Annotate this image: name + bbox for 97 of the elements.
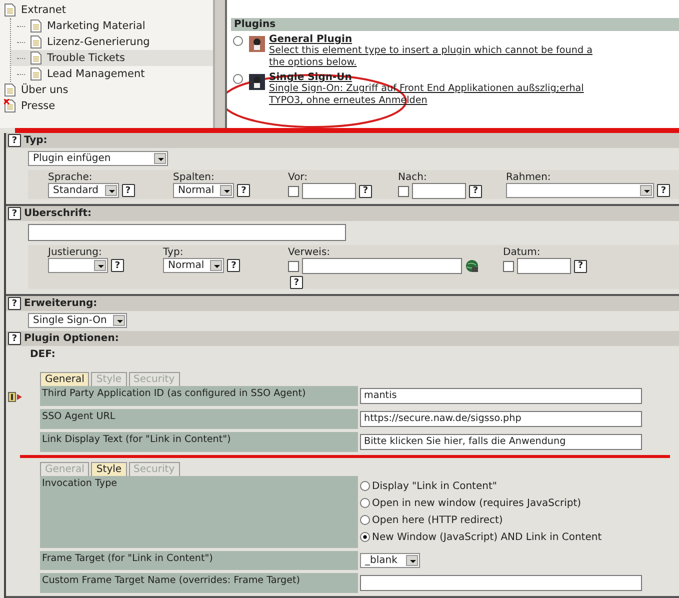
help-button[interactable]: ? (8, 134, 21, 147)
option-label: Third Party Application ID (as configured in SSO Agent) (40, 386, 358, 406)
checkbox[interactable] (398, 186, 409, 196)
tree-item[interactable]: Marketing Material (11, 18, 213, 34)
field-label: Sprache: (48, 172, 94, 183)
page-icon (4, 83, 16, 97)
dropdown[interactable]: _blank (360, 553, 420, 568)
tree-item[interactable]: Extranet (0, 2, 213, 18)
page-icon (30, 35, 42, 49)
page-icon (30, 19, 42, 33)
plugin-link[interactable]: General Plugin (269, 34, 352, 45)
option-label: Custom Frame Target Name (overrides: Frame Target) (40, 573, 358, 593)
help-button[interactable]: ? (8, 297, 21, 310)
field-label: Nach: (398, 172, 428, 183)
checkbox[interactable] (288, 260, 299, 272)
radio-button[interactable] (233, 74, 243, 84)
frame-splitter[interactable] (213, 0, 227, 128)
help-button[interactable]: ? (574, 260, 587, 272)
input-field[interactable] (360, 575, 642, 591)
caret-icon (220, 185, 232, 196)
dropdown[interactable]: Standard (48, 183, 118, 198)
section-title: Typ: (24, 135, 48, 146)
input-field[interactable]: Bitte klicken Sie hier, falls die Anwendung (360, 434, 642, 450)
field-label: Rahmen: (506, 172, 552, 183)
help-button[interactable]: ? (122, 184, 134, 197)
field-label: Datum: (503, 247, 542, 258)
tree-item[interactable]: Lizenz-Generierung (11, 34, 213, 50)
globe-icon[interactable] (465, 259, 479, 273)
plugins-header: Plugins (231, 18, 679, 31)
radio-button[interactable] (360, 498, 370, 508)
help-button[interactable]: ? (657, 184, 670, 197)
dropdown[interactable] (506, 183, 654, 198)
type-dropdown[interactable]: Plugin einfügen (28, 151, 168, 166)
sheet-label: DEF: (30, 348, 56, 362)
field-label: Justierung: (48, 247, 103, 258)
section-title: Erweiterung: (24, 298, 98, 309)
dropdown[interactable]: Normal (173, 183, 234, 198)
plugin-description: Select this element type to insert a plugin which cannot be found a (269, 45, 592, 57)
help-button[interactable]: ? (237, 184, 250, 197)
tab[interactable]: General (40, 372, 90, 386)
field-label: Vor: (288, 172, 308, 183)
section-title: Uberschrift: (24, 208, 92, 219)
radio-label: Display "Link in Content" (372, 480, 497, 494)
page-icon (30, 51, 42, 65)
tree-item[interactable]: Über uns (0, 82, 213, 98)
radio-button[interactable] (360, 532, 370, 542)
plugin-description: the options below. (269, 57, 357, 69)
input-field[interactable] (412, 183, 466, 199)
radio-button[interactable] (233, 36, 243, 46)
page-icon (30, 67, 42, 81)
tree-item[interactable]: Lead Management (11, 66, 213, 82)
plugin-description: Single Sign-On: Zugriff auf Front End Applikationen außszlig;erhal (269, 83, 584, 95)
option-label: Link Display Text (for "Link in Content") (40, 432, 358, 452)
input-field[interactable] (302, 183, 356, 199)
heading-input[interactable] (28, 224, 346, 241)
help-button[interactable]: ? (227, 259, 240, 272)
help-button[interactable]: ? (111, 259, 124, 272)
tab[interactable]: Style (91, 462, 127, 476)
help-button[interactable]: ? (359, 184, 372, 198)
option-label: SSO Agent URL (40, 409, 358, 429)
field-label: Spalten: (173, 172, 216, 183)
help-button[interactable]: ? (8, 332, 21, 345)
radio-label: Open in new window (requires JavaScript) (372, 497, 582, 511)
dropdown[interactable]: Normal (163, 258, 224, 273)
help-button[interactable]: ? (469, 184, 482, 198)
extension-dropdown[interactable]: Single Sign-On (28, 313, 127, 328)
plugin-icon (249, 74, 265, 90)
field-label: Typ: (163, 247, 184, 258)
page-icon (4, 3, 16, 17)
checkbox[interactable] (288, 186, 299, 196)
caret-icon (406, 555, 418, 566)
option-label: Invocation Type (40, 476, 358, 548)
caret-icon (112, 315, 125, 326)
caret-icon (154, 153, 166, 164)
radio-label: New Window (JavaScript) AND Link in Content (372, 531, 602, 545)
page-icon (4, 99, 16, 113)
caret-icon (104, 185, 116, 196)
input-field[interactable]: https://secure.naw.de/sigsso.php (360, 411, 642, 427)
field-label: Verweis: (288, 247, 332, 258)
radio-button[interactable] (360, 481, 370, 491)
radio-label: Open here (HTTP redirect) (372, 514, 503, 528)
caret-icon (640, 185, 652, 196)
input-field[interactable] (517, 258, 571, 274)
input-field[interactable]: mantis (360, 388, 642, 404)
plugin-icon (249, 36, 265, 52)
option-label: Frame Target (for "Link in Content") (40, 551, 358, 570)
dropdown[interactable] (48, 258, 108, 273)
tree-item[interactable]: Presse (0, 98, 213, 114)
tree-item[interactable]: Trouble Tickets (11, 50, 213, 66)
caret-icon (210, 260, 222, 271)
caret-icon (94, 260, 106, 271)
radio-button[interactable] (360, 515, 370, 525)
checkbox[interactable] (503, 260, 514, 272)
help-button[interactable]: ? (290, 276, 303, 289)
input-field[interactable] (302, 258, 462, 274)
help-button[interactable]: ? (8, 207, 21, 220)
section-title: Plugin Optionen: (24, 333, 119, 344)
